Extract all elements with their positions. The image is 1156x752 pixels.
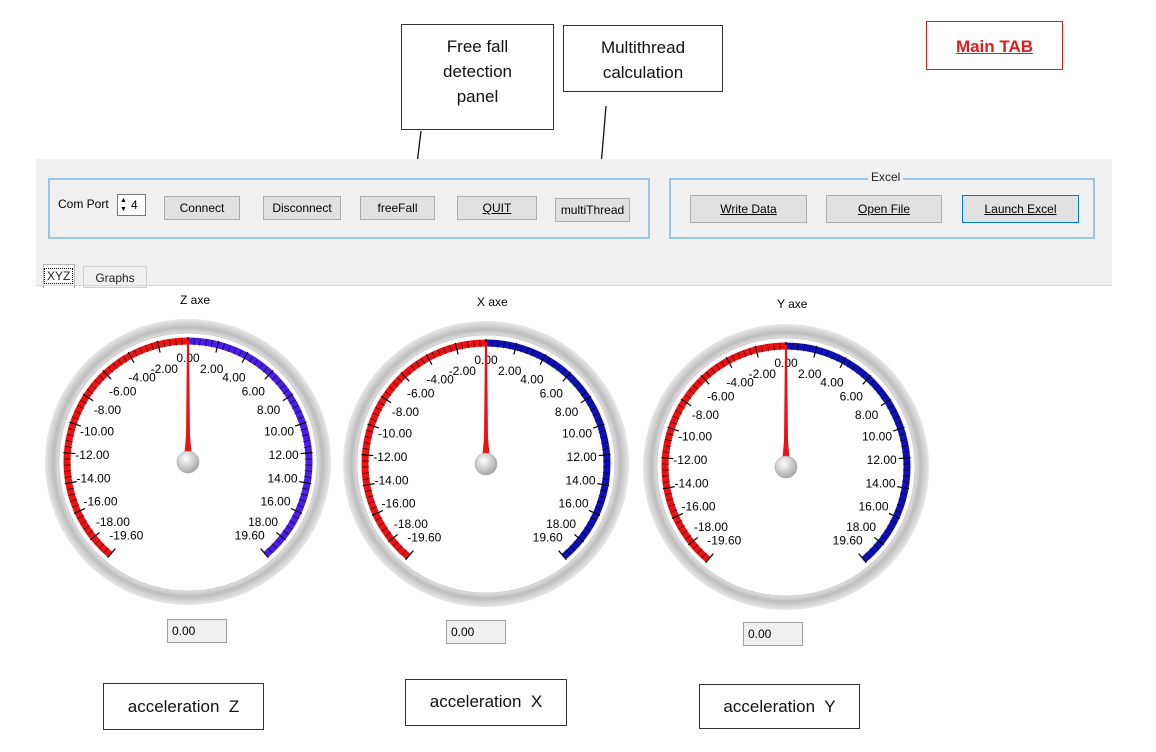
launch-excel-button[interactable]: Launch Excel bbox=[962, 195, 1079, 223]
disconnect-button[interactable]: Disconnect bbox=[263, 196, 341, 220]
tick-label: 4.00 bbox=[520, 373, 544, 387]
com-port-label: Com Port bbox=[58, 197, 109, 211]
write-data-button[interactable]: Write Data bbox=[690, 195, 807, 223]
tick-label: -16.00 bbox=[681, 500, 715, 514]
tick-label: -18.00 bbox=[394, 517, 428, 531]
tab-content-border bbox=[36, 285, 1112, 286]
tick-label: 2.00 bbox=[498, 364, 522, 378]
open-file-button[interactable]: Open File bbox=[826, 195, 942, 223]
tick-label: 2.00 bbox=[200, 362, 224, 376]
z-value-field[interactable]: 0.00 bbox=[167, 619, 227, 643]
tick-label: 6.00 bbox=[540, 387, 564, 401]
tick-label: 16.00 bbox=[260, 495, 290, 509]
com-port-spinner[interactable]: ▲ ▼ 4 bbox=[117, 194, 146, 216]
needle-hub bbox=[176, 450, 200, 474]
tick-label: -10.00 bbox=[80, 424, 114, 438]
tick-label: -16.00 bbox=[83, 495, 117, 509]
tick-label: -14.00 bbox=[76, 472, 110, 486]
tick-label: -8.00 bbox=[692, 408, 720, 422]
tick-label: -6.00 bbox=[109, 385, 137, 399]
control-group: Com Port ▲ ▼ 4 Connect Disconnect freeFal… bbox=[48, 178, 650, 239]
tick-label: -8.00 bbox=[392, 405, 420, 419]
tick-label: -18.00 bbox=[96, 515, 130, 529]
connect-button[interactable]: Connect bbox=[164, 196, 240, 220]
tick-label: 10.00 bbox=[264, 424, 294, 438]
tick-label: 19.60 bbox=[235, 529, 265, 543]
z-gauge-title: Z axe bbox=[180, 293, 211, 307]
tick-label: 12.00 bbox=[867, 453, 897, 467]
freefall-button[interactable]: freeFall bbox=[360, 196, 435, 220]
y-axis-gauge: -19.60-18.00 -16.00 -14.00 -12.00 -10.00 -8.0… bbox=[643, 324, 929, 610]
tick-label: -14.00 bbox=[674, 477, 708, 491]
tick-label: 19.60 bbox=[533, 531, 563, 545]
tick-label: -12.00 bbox=[373, 450, 407, 464]
tick-label: 14.00 bbox=[565, 474, 595, 488]
tick-label: 14.00 bbox=[267, 472, 297, 486]
tick-label: 19.60 bbox=[833, 534, 863, 548]
x-value-field[interactable]: 0.00 bbox=[446, 620, 506, 644]
x-axis-gauge: -19.60-18.00 -16.00 -14.00 -12.00 -10.00 -8.0… bbox=[343, 321, 629, 607]
tick-label: -18.00 bbox=[694, 520, 728, 534]
tick-label: -2.00 bbox=[749, 367, 777, 381]
y-value-field[interactable]: 0.00 bbox=[743, 622, 803, 646]
launch-excel-label[interactable]: Launch Excel bbox=[984, 202, 1056, 216]
tick-label: 16.00 bbox=[858, 500, 888, 514]
tick-label: -2.00 bbox=[151, 362, 179, 376]
quit-button[interactable]: QUIT bbox=[457, 196, 537, 220]
tick-label: 12.00 bbox=[567, 450, 597, 464]
tick-label: 6.00 bbox=[840, 390, 864, 404]
tick-label: 18.00 bbox=[248, 515, 278, 529]
tick-label: -2.00 bbox=[449, 364, 477, 378]
tick-label: -6.00 bbox=[707, 390, 735, 404]
tick-label: -8.00 bbox=[94, 403, 122, 417]
tick-label: -19.60 bbox=[707, 534, 741, 548]
tick-label: 10.00 bbox=[562, 426, 592, 440]
tick-label: -6.00 bbox=[407, 387, 435, 401]
needle-hub bbox=[774, 455, 798, 479]
tick-label: -10.00 bbox=[678, 429, 712, 443]
com-port-value[interactable]: 4 bbox=[131, 198, 138, 212]
y-gauge-title: Y axe bbox=[777, 297, 808, 311]
tick-label: 2.00 bbox=[798, 367, 822, 381]
tick-label: 8.00 bbox=[855, 408, 879, 422]
excel-group: Excel Write Data Open File Launch Excel bbox=[669, 170, 1095, 239]
tick-label: 4.00 bbox=[222, 371, 246, 385]
y-caption: acceleration Y bbox=[699, 684, 860, 729]
x-gauge-title: X axe bbox=[477, 295, 508, 309]
tick-label: -19.60 bbox=[407, 531, 441, 545]
open-file-label[interactable]: Open File bbox=[858, 202, 910, 216]
tick-label: 16.00 bbox=[558, 497, 588, 511]
z-axis-gauge: -19.60-18.00 -16.00 -14.00 -12.00 -10.00 -8.0… bbox=[45, 319, 331, 605]
tick-label: 6.00 bbox=[242, 385, 266, 399]
tick-label: 4.00 bbox=[820, 376, 844, 390]
tick-label: 8.00 bbox=[555, 405, 579, 419]
tick-label: -19.60 bbox=[109, 529, 143, 543]
tick-label: -12.00 bbox=[673, 453, 707, 467]
tick-label: 14.00 bbox=[865, 477, 895, 491]
app-window: Com Port ▲ ▼ 4 Connect Disconnect freeFal… bbox=[36, 159, 1112, 288]
quit-button-label[interactable]: QUIT bbox=[483, 201, 512, 215]
tick-label: -12.00 bbox=[75, 448, 109, 462]
tick-label: 8.00 bbox=[257, 403, 281, 417]
tick-label: 18.00 bbox=[546, 517, 576, 531]
needle-hub bbox=[474, 452, 498, 476]
x-caption: acceleration X bbox=[405, 679, 567, 726]
tab-xyz-label[interactable]: XYZ bbox=[44, 268, 74, 284]
z-caption: acceleration Z bbox=[103, 683, 264, 730]
tick-label: 18.00 bbox=[846, 520, 876, 534]
spinner-arrows-icon[interactable]: ▲ ▼ bbox=[119, 196, 128, 214]
tick-label: -10.00 bbox=[378, 426, 412, 440]
multithread-button[interactable]: multiThread bbox=[555, 198, 630, 222]
excel-group-title: Excel bbox=[868, 170, 904, 184]
tick-label: -16.00 bbox=[381, 497, 415, 511]
write-data-label[interactable]: Write Data bbox=[720, 202, 776, 216]
tick-label: 10.00 bbox=[862, 429, 892, 443]
tick-label: -14.00 bbox=[374, 474, 408, 488]
tick-label: 12.00 bbox=[269, 448, 299, 462]
